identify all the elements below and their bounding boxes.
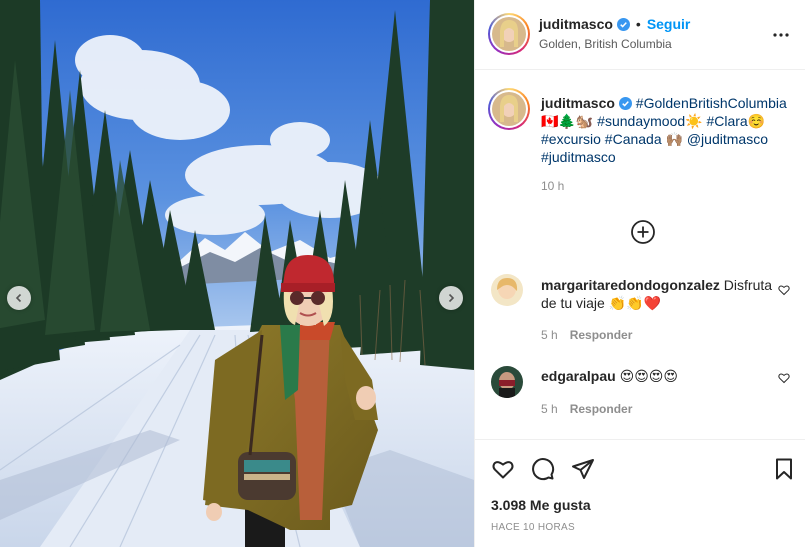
comment-time[interactable]: 5 h xyxy=(541,402,558,416)
comment-meta: 5 h Responder xyxy=(541,402,632,416)
snowy-forest-road-photo xyxy=(0,0,474,547)
comment-meta: 5 h Responder xyxy=(541,328,632,342)
comment-text: edgaralpau 😍😍😍😍 xyxy=(541,367,791,385)
post-side-panel: juditmasco • Seguir Golden, British Colu… xyxy=(474,0,805,547)
commenter-username[interactable]: edgaralpau xyxy=(541,368,616,384)
caption-line-3[interactable]: #excursio #Canada 🙌🏽 @juditmasco xyxy=(541,130,803,148)
separator-dot: • xyxy=(635,16,641,32)
caption-timestamp[interactable]: 10 h xyxy=(541,179,564,193)
commenter-username[interactable]: margaritaredondogonzalez xyxy=(541,277,720,293)
reply-button[interactable]: Responder xyxy=(570,402,633,416)
author-avatar[interactable] xyxy=(488,13,530,55)
post-date[interactable]: HACE 10 HORAS xyxy=(491,522,575,533)
heart-icon[interactable] xyxy=(491,457,515,481)
more-options-icon[interactable] xyxy=(771,25,791,45)
bookmark-icon[interactable] xyxy=(772,457,796,481)
heart-icon[interactable] xyxy=(778,284,790,296)
comment-icon[interactable] xyxy=(531,457,555,481)
post-header: juditmasco • Seguir Golden, British Colu… xyxy=(475,0,805,70)
likes-count[interactable]: 3.098 Me gusta xyxy=(491,497,591,513)
follow-button[interactable]: Seguir xyxy=(647,16,691,32)
send-icon[interactable] xyxy=(571,457,595,481)
reply-button[interactable]: Responder xyxy=(570,328,633,342)
heart-icon[interactable] xyxy=(778,372,790,384)
post-photo[interactable] xyxy=(0,0,474,547)
verified-badge-icon xyxy=(616,17,630,31)
post-location[interactable]: Golden, British Columbia xyxy=(539,37,672,51)
verified-badge-icon xyxy=(618,97,632,110)
caption-text: juditmasco #GoldenBritishColumbia 🇨🇦🌲🐿️ … xyxy=(541,94,803,166)
commenter-avatar[interactable] xyxy=(491,366,523,398)
chevron-left-icon[interactable] xyxy=(7,286,31,310)
caption-line-2[interactable]: 🇨🇦🌲🐿️ #sundaymood☀️ #Clara☺️ xyxy=(541,112,803,130)
commenter-avatar[interactable] xyxy=(491,274,523,306)
caption-author-avatar[interactable] xyxy=(488,88,530,130)
post-actions: 3.098 Me gusta HACE 10 HORAS xyxy=(475,439,805,547)
caption-line-4[interactable]: #juditmasco xyxy=(541,148,803,166)
plus-circle-icon[interactable] xyxy=(630,219,656,245)
comment-text: margaritaredondogonzalez Disfruta de tu … xyxy=(541,276,791,312)
caption-hashtag-line[interactable]: #GoldenBritishColumbia xyxy=(632,95,787,111)
comment-body: 😍😍😍😍 xyxy=(615,368,678,384)
caption-author-username[interactable]: juditmasco xyxy=(541,95,615,111)
comment-time[interactable]: 5 h xyxy=(541,328,558,342)
chevron-right-icon[interactable] xyxy=(439,286,463,310)
author-username[interactable]: juditmasco xyxy=(539,16,613,32)
